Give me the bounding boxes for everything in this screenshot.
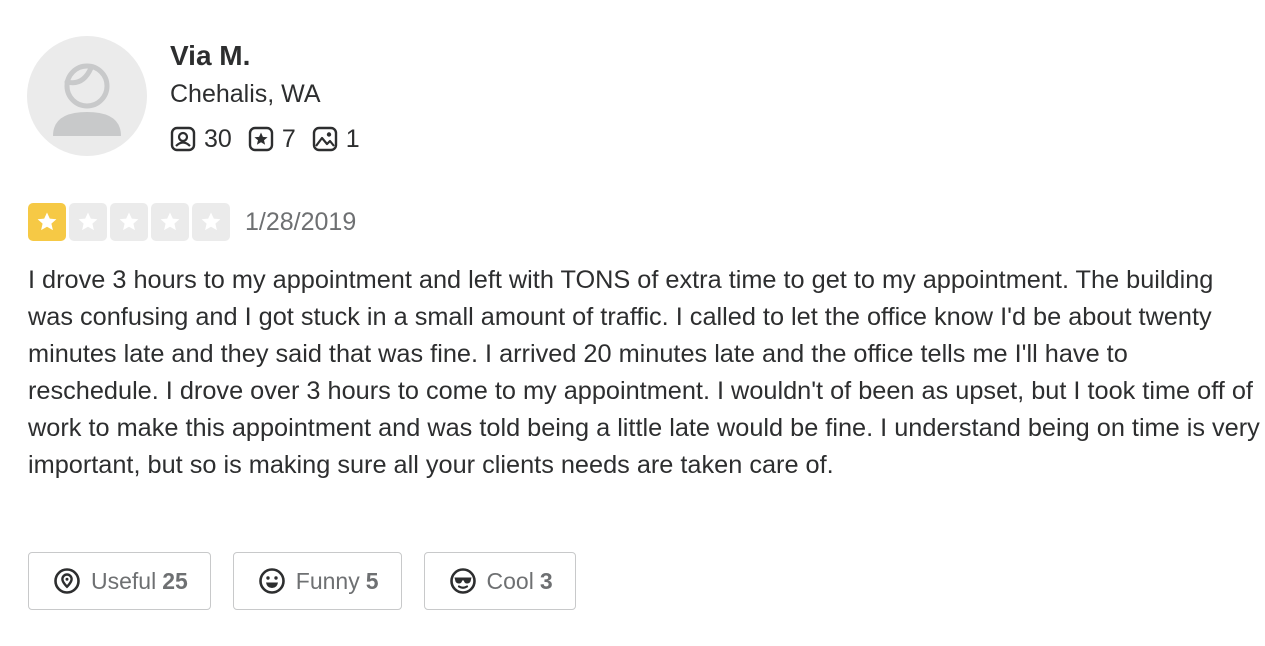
- star-3: [110, 203, 148, 241]
- useful-label: Useful: [91, 567, 157, 594]
- user-avatar[interactable]: [27, 36, 147, 156]
- star-rating: [28, 203, 233, 241]
- review-date: 1/28/2019: [245, 208, 357, 236]
- user-location: Chehalis, WA: [170, 80, 321, 108]
- cool-count: 3: [539, 567, 553, 594]
- useful-count: 25: [162, 567, 188, 594]
- star-icon: [201, 212, 221, 231]
- user-stats: 30 7 1: [170, 122, 376, 156]
- star-4: [151, 203, 189, 241]
- star-icon: [119, 212, 139, 231]
- friends-stat: 30: [170, 122, 232, 156]
- star-1: [28, 203, 66, 241]
- cool-sunglasses-icon: [449, 568, 476, 594]
- funny-face-icon: [258, 568, 285, 594]
- star-icon: [37, 212, 57, 231]
- review-text: I drove 3 hours to my appointment and le…: [28, 266, 1260, 479]
- review-star-icon: [248, 126, 274, 152]
- star-5: [192, 203, 230, 241]
- funny-count: 5: [365, 567, 379, 594]
- rating-row: 1/28/2019: [28, 203, 356, 241]
- funny-button[interactable]: Funny 5: [232, 552, 402, 610]
- useful-lightbulb-icon: [54, 568, 80, 594]
- cool-button[interactable]: Cool 3: [423, 552, 576, 610]
- friends-icon: [170, 126, 196, 152]
- cool-label: Cool: [486, 567, 534, 594]
- useful-button[interactable]: Useful 25: [28, 552, 211, 610]
- star-icon: [78, 212, 98, 231]
- reviews-stat: 7: [248, 122, 296, 156]
- review-card: Via M. Chehalis, WA 30 7 1 1/28/2019 I d…: [0, 0, 1265, 646]
- reaction-buttons: Useful 25 Funny 5 Cool 3: [28, 552, 598, 610]
- friends-count: 30: [204, 125, 232, 153]
- user-name[interactable]: Via M.: [170, 38, 250, 74]
- photo-icon: [312, 126, 337, 152]
- reviews-count: 7: [281, 125, 296, 153]
- star-icon: [160, 212, 180, 231]
- star-2: [69, 203, 107, 241]
- photos-stat: 1: [312, 122, 360, 156]
- default-user-avatar-icon: [53, 63, 121, 136]
- funny-label: Funny: [295, 567, 360, 594]
- photos-count: 1: [345, 125, 360, 153]
